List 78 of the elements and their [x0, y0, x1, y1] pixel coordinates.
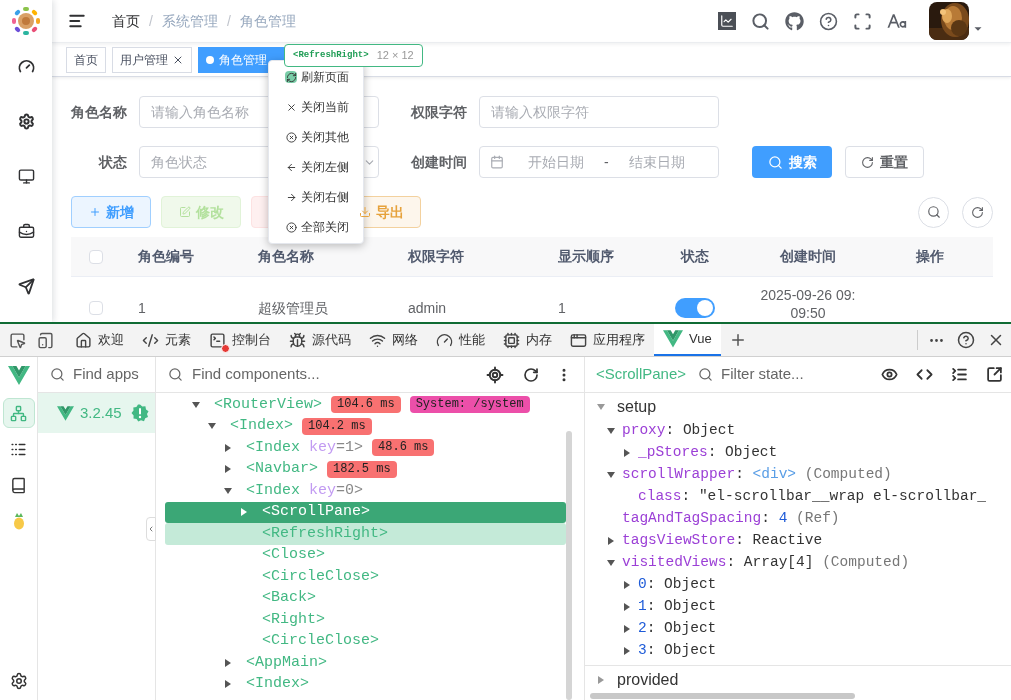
column-header: 操作: [915, 247, 944, 266]
column-header: 创建时间: [780, 247, 836, 266]
breadcrumb-link[interactable]: 首页: [112, 10, 140, 32]
state-entry: 0: Object: [638, 575, 717, 595]
date-range-field[interactable]: 开始日期 - 结束日期: [479, 146, 719, 178]
devtools-tab[interactable]: 控制台: [200, 324, 280, 356]
column-header: 显示顺序: [557, 247, 615, 266]
component-name: <Index key=1>: [246, 437, 364, 458]
devtools-tab[interactable]: 性能: [427, 324, 494, 356]
route-badge: System: /system: [409, 396, 530, 414]
state-entry: 3: Object: [638, 641, 717, 661]
tree-row[interactable]: <Navbar> 182.5 ms: [165, 458, 566, 480]
field-label: 权限字符: [411, 102, 467, 122]
devtools-tab[interactable]: 网络: [360, 324, 427, 356]
tab[interactable]: 首页: [66, 46, 106, 73]
column-header: 权限字符: [407, 247, 465, 266]
tree-row[interactable]: <Index> 104.2 ms: [165, 415, 566, 437]
table-cell-text: 1: [137, 298, 147, 318]
state-entry: class: "el-scrollbar__wrap el-scrollbar_: [638, 487, 987, 507]
state-entry: scrollWrapper: <div> (Computed): [622, 465, 892, 485]
breadcrumb-item: 角色管理: [239, 11, 296, 31]
component-name: <Right>: [262, 609, 325, 630]
devtools-tab[interactable]: 应用程序: [561, 324, 654, 356]
devtools-tab[interactable]: 欢迎: [66, 324, 133, 356]
component-name: <CircleClose>: [262, 566, 380, 587]
tab[interactable]: 用户管理: [112, 46, 192, 73]
component-name: <RouterView>: [214, 394, 323, 415]
state-entry: _pStores: Object: [638, 443, 778, 463]
state-entry: tagsViewStore: Reactive: [622, 531, 823, 551]
component-name: <Index>: [230, 416, 293, 436]
field-label: 角色名称: [71, 102, 127, 122]
field-label: 状态: [97, 152, 127, 172]
component-name: <AppMain>: [246, 652, 327, 673]
devtools-tab[interactable]: 源代码: [280, 324, 360, 356]
filter-field[interactable]: Filter state...: [698, 363, 804, 386]
devtools-tab[interactable]: Vue: [654, 324, 721, 356]
table-cell-text: 1: [557, 298, 567, 318]
table-cell-text: 超级管理员: [257, 298, 329, 318]
breadcrumb-separator: /: [226, 11, 231, 31]
search-field[interactable]: Find components...: [168, 363, 320, 386]
tree-row[interactable]: <RouterView> 104.6 ms System: /system: [165, 394, 566, 416]
time-badge: 182.5 ms: [327, 460, 397, 478]
text-field[interactable]: 请输入权限字符: [479, 96, 719, 128]
table-cell-text: admin: [407, 298, 448, 318]
selected-component-name: <ScrollPane>: [596, 364, 687, 385]
section-title[interactable]: setup: [617, 395, 657, 419]
state-entry: 2: Object: [638, 619, 717, 639]
devtools-tab[interactable]: 内存: [494, 324, 561, 356]
tree-row[interactable]: <Index key=0>: [165, 480, 566, 502]
component-name: <Navbar>: [246, 459, 318, 479]
column-header: 角色名称: [257, 247, 315, 266]
field-label: 创建时间: [411, 152, 467, 172]
size-label: 12 × 12: [376, 48, 414, 64]
component-name: <Index key=0>: [246, 480, 364, 501]
component-name: <ScrollPane>: [262, 502, 371, 522]
time-badge: 48.6 ms: [372, 439, 435, 457]
component-name: <Index>: [246, 674, 309, 694]
breadcrumb-separator: /: [149, 11, 153, 31]
time-badge: 104.6 ms: [331, 396, 401, 414]
state-entry: tagAndTagSpacing: 4 (Ref): [622, 509, 840, 529]
time-badge: 104.2 ms: [302, 417, 372, 435]
version-label: 3.2.45: [80, 402, 122, 423]
component-name: <Close>: [262, 545, 325, 565]
reset-button[interactable]: 重置: [845, 146, 924, 178]
column-header: 状态: [681, 247, 709, 266]
table-cell: 2025-09-26 09:09:50: [760, 286, 856, 322]
state-entry: 1: Object: [638, 597, 717, 617]
section-title[interactable]: provided: [617, 668, 679, 692]
state-entry: proxy: Object: [622, 421, 736, 441]
component-name: <Back>: [262, 588, 316, 608]
tree-row[interactable]: <Index key=1> 48.6 ms: [165, 437, 566, 459]
component-name: <RefreshRight>: [262, 523, 389, 544]
column-header: 角色编号: [137, 247, 195, 266]
search-field[interactable]: Find apps: [50, 363, 139, 386]
component-name: <CircleClose>: [262, 631, 380, 651]
breadcrumb-item: 系统管理: [161, 11, 218, 31]
devtools-tab[interactable]: 元素: [133, 324, 200, 356]
state-entry: visitedViews: Array[4] (Computed): [622, 553, 910, 573]
